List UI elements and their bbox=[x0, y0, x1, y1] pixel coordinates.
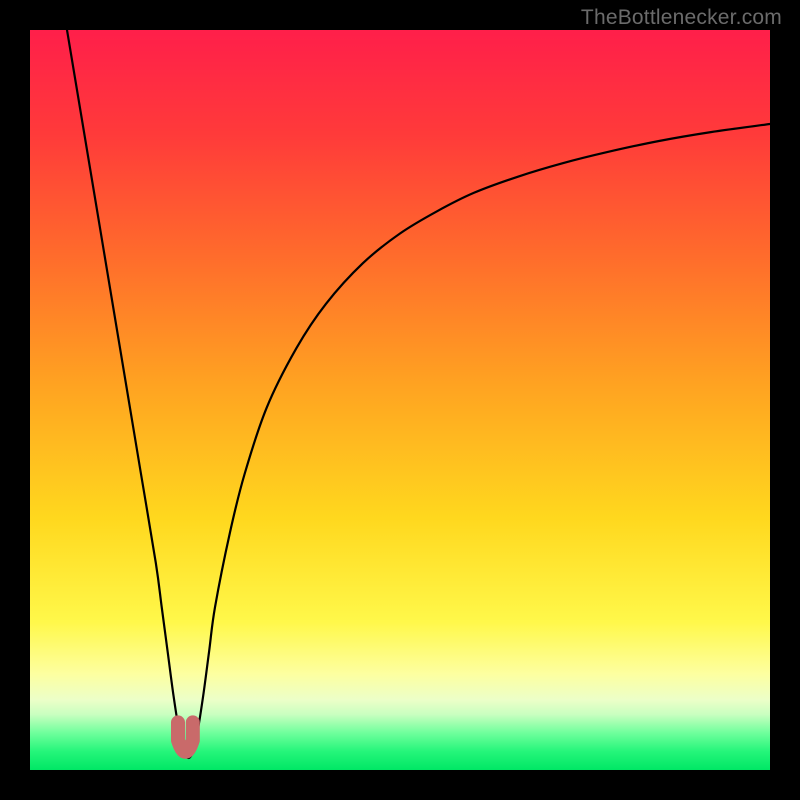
minimum-marker bbox=[178, 722, 193, 751]
attribution-text: TheBottlenecker.com bbox=[581, 6, 782, 30]
plot-area bbox=[30, 30, 770, 770]
bottleneck-curve bbox=[67, 30, 770, 758]
chart-frame: TheBottlenecker.com bbox=[0, 0, 800, 800]
chart-svg bbox=[30, 30, 770, 770]
